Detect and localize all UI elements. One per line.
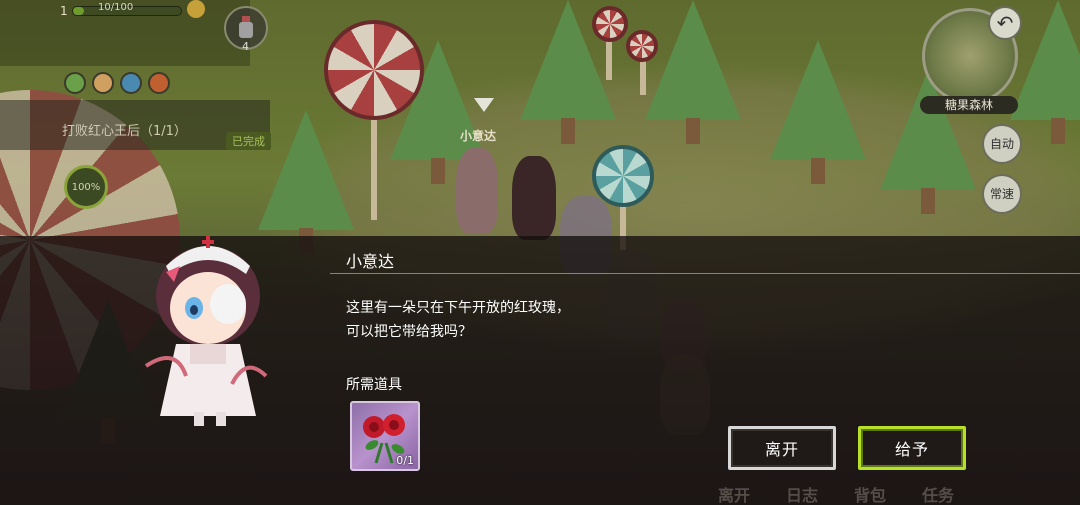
speed-button[interactable]: 常速 (982, 174, 1022, 214)
give-button-label: 给予 (894, 440, 929, 459)
buff-icons (64, 72, 170, 94)
lollipop-stick (606, 40, 612, 80)
dialog-line: 这里有一朵只在下午开放的红玫瑰， (346, 300, 570, 316)
quest-objective: 打败红心王后（1/1） (62, 124, 187, 139)
lollipop (592, 6, 628, 42)
bottom-menu: 离开 日志 背包 任务 (718, 482, 954, 505)
quest-status-badge: 已完成 (226, 132, 271, 150)
player-level: 1 (60, 4, 68, 18)
dialog-line: 可以把它带给我吗？ (346, 324, 472, 340)
required-item-slot[interactable]: 0/1 (350, 401, 420, 471)
leave-button-label: 离开 (764, 440, 799, 459)
npc-name-label: 小意达 (460, 129, 497, 143)
menu-log[interactable]: 日志 (786, 482, 818, 505)
return-arrow-icon: ↶ (996, 11, 1014, 35)
lollipop (592, 145, 654, 207)
lollipop (324, 20, 424, 120)
auto-button[interactable]: 自动 (982, 124, 1022, 164)
dialog-divider (330, 273, 1080, 274)
potion-count: 4 (242, 40, 249, 53)
back-button[interactable]: ↶ (988, 6, 1022, 40)
leave-button[interactable]: 离开 (728, 426, 836, 470)
menu-bag[interactable]: 背包 (854, 482, 886, 505)
item-count: 0/1 (396, 454, 414, 467)
npc-indicator-arrow (474, 98, 494, 112)
dialog-text: 这里有一朵只在下午开放的红玫瑰， 可以把它带给我吗？ (346, 296, 570, 344)
auto-label: 自动 (989, 137, 1014, 151)
candy-tree (770, 40, 866, 184)
lollipop-stick (371, 110, 377, 220)
buff-fire-icon[interactable] (148, 72, 170, 94)
menu-quest[interactable]: 任务 (922, 482, 954, 505)
menu-leave[interactable]: 离开 (718, 482, 750, 505)
npc-character[interactable] (456, 148, 498, 234)
emote-icon[interactable] (187, 0, 205, 18)
give-button[interactable]: 给予 (858, 426, 966, 470)
candy-tree (645, 0, 741, 144)
buff-star-icon[interactable] (120, 72, 142, 94)
buff-gear-icon[interactable] (92, 72, 114, 94)
map-name: 糖果森林 (920, 96, 1018, 114)
progress-text: 100% (71, 181, 101, 193)
hp-text: 10/100 (98, 2, 134, 13)
buff-leaf-icon[interactable] (64, 72, 86, 94)
npc-portrait (136, 226, 286, 426)
speed-label: 常速 (989, 187, 1014, 201)
speaker-name: 小意达 (346, 252, 395, 271)
player-character (512, 156, 556, 240)
candy-tree (258, 110, 354, 254)
lollipop (626, 30, 658, 62)
progress-ring[interactable]: 100% (64, 165, 108, 209)
required-items-label: 所需道具 (346, 377, 402, 393)
